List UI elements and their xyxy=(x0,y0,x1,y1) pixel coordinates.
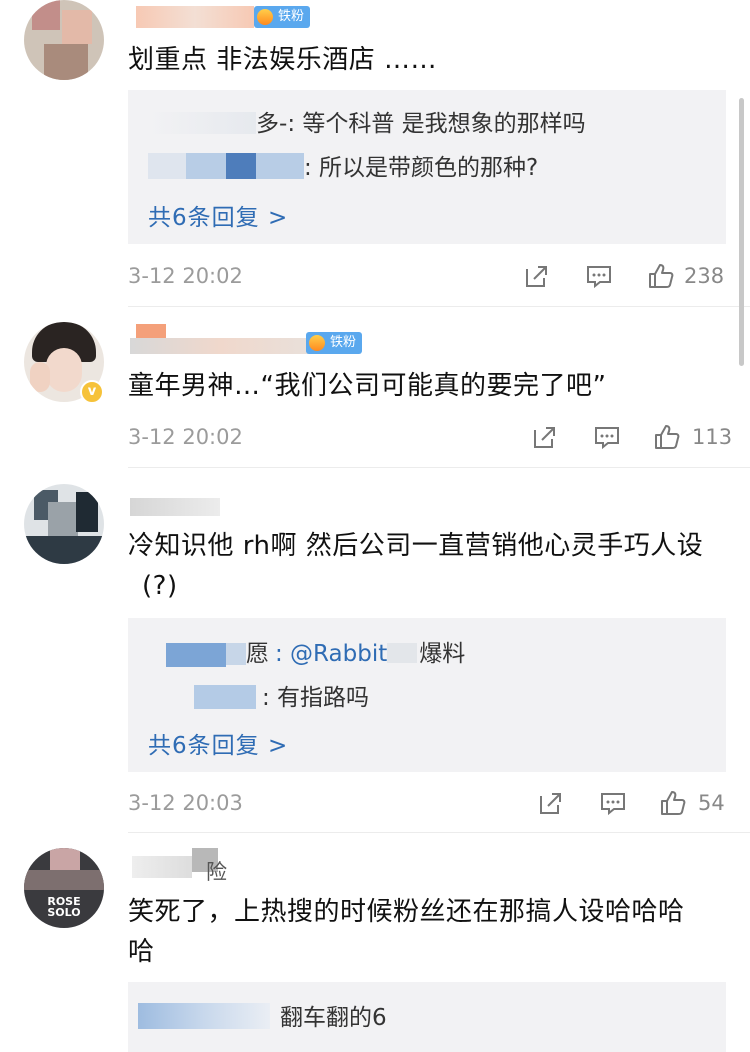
comment-text: 笑死了，上热搜的时候粉丝还在那搞人设哈哈哈 xyxy=(128,897,685,927)
avatar-blur xyxy=(62,10,92,44)
like-count: 113 xyxy=(692,425,733,449)
fan-badge-label: 铁粉 xyxy=(278,9,305,24)
comment-text: 哈 xyxy=(128,937,155,967)
reply-text: 翻车翻的6 xyxy=(280,1005,387,1031)
author-blur xyxy=(148,112,256,134)
avatar[interactable] xyxy=(24,484,104,564)
comment-meta: 3-12 20:02 238 xyxy=(128,261,728,291)
fan-badge-icon xyxy=(309,335,325,351)
reply-line[interactable]: : 有指路吗 xyxy=(148,678,369,712)
username-blur[interactable] xyxy=(136,324,166,338)
author-blur xyxy=(138,1003,270,1029)
share-icon[interactable] xyxy=(532,424,558,450)
comment-time: 3-12 20:02 xyxy=(128,264,243,288)
verified-icon: v xyxy=(80,380,104,404)
reply-line[interactable]: 翻车翻的6 xyxy=(138,998,387,1032)
divider xyxy=(128,306,750,307)
reply-box[interactable]: 愿: @Rabbit 爆料 : 有指路吗 共6条回复 > xyxy=(128,618,726,772)
author-blur xyxy=(186,153,226,179)
author-blur xyxy=(166,643,226,667)
fan-badge: 铁粉 xyxy=(254,6,311,28)
reply-text: : @Rabbit xyxy=(275,641,388,667)
reply-box[interactable]: 多-: 等个科普 是我想象的那样吗 : 所以是带颜色的那种? 共6条回复 > xyxy=(128,90,726,244)
like-count: 54 xyxy=(698,791,725,815)
author-blur xyxy=(194,685,256,709)
reply-text: : 所以是带颜色的那种? xyxy=(304,155,539,181)
username-tail[interactable]: 险 xyxy=(206,856,227,886)
reply-line[interactable]: 愿: @Rabbit 爆料 xyxy=(148,634,465,668)
reply-author[interactable]: 愿 xyxy=(246,641,269,667)
more-replies-link[interactable]: 共6条回复 > xyxy=(148,198,288,232)
divider xyxy=(128,467,750,468)
reply-text: : 有指路吗 xyxy=(262,685,370,711)
like-icon[interactable] xyxy=(648,263,674,289)
comment-text: 童年男神…“我们公司可能真的要完了吧” xyxy=(128,371,607,401)
comment-text: (?) xyxy=(142,571,178,601)
share-icon[interactable] xyxy=(538,790,564,816)
divider xyxy=(128,832,750,833)
username-blur[interactable] xyxy=(132,856,192,878)
comment-icon[interactable] xyxy=(586,263,612,289)
author-blur xyxy=(148,153,186,179)
avatar-blur xyxy=(44,44,88,80)
avatar-label: ROSE SOLO xyxy=(24,896,104,918)
fan-badge-label: 铁粉 xyxy=(330,335,357,350)
mention-blur xyxy=(387,643,418,663)
reply-author[interactable]: 多- xyxy=(256,111,287,137)
comment-text: 划重点 非法娱乐酒店 …… xyxy=(128,45,438,75)
avatar-label-line: SOLO xyxy=(47,906,81,919)
more-replies-link[interactable]: 共6条回复 > xyxy=(148,726,288,760)
reply-text-tail: 爆料 xyxy=(419,641,466,667)
avatar-blur xyxy=(48,502,78,536)
avatar-blur xyxy=(32,0,60,30)
share-icon[interactable] xyxy=(524,263,550,289)
avatar[interactable]: ROSE SOLO xyxy=(24,848,104,928)
username-blur[interactable] xyxy=(130,498,220,516)
comment-text: 冷知识他 rh啊 然后公司一直营销他心灵手巧人设 xyxy=(128,531,704,561)
author-blur xyxy=(226,643,246,665)
comment-time: 3-12 20:02 xyxy=(128,425,243,449)
fan-badge: 铁粉 xyxy=(306,332,363,354)
avatar-face xyxy=(46,348,82,392)
comment-time: 3-12 20:03 xyxy=(128,791,243,815)
scrollbar[interactable] xyxy=(739,98,744,366)
author-blur xyxy=(226,153,256,179)
like-icon[interactable] xyxy=(654,424,680,450)
fan-badge-icon xyxy=(257,9,273,25)
comment-icon[interactable] xyxy=(600,790,626,816)
comment-icon[interactable] xyxy=(594,424,620,450)
reply-line[interactable]: : 所以是带颜色的那种? xyxy=(148,148,538,182)
comment-meta: 3-12 20:03 54 xyxy=(128,788,728,818)
reply-box[interactable]: 翻车翻的6 xyxy=(128,982,726,1052)
avatar-blur xyxy=(24,870,104,890)
username-blur[interactable] xyxy=(136,6,254,28)
avatar-blur xyxy=(76,492,98,532)
username-blur[interactable] xyxy=(130,338,310,354)
avatar-blur xyxy=(24,536,104,564)
reply-text: : 等个科普 是我想象的那样吗 xyxy=(287,111,586,137)
avatar[interactable] xyxy=(24,0,104,80)
reply-line[interactable]: 多-: 等个科普 是我想象的那样吗 xyxy=(148,104,586,138)
like-icon[interactable] xyxy=(660,790,686,816)
avatar-hand xyxy=(30,362,50,392)
comment-meta: 3-12 20:02 113 xyxy=(128,422,732,452)
author-blur xyxy=(256,153,304,179)
like-count: 238 xyxy=(684,264,725,288)
